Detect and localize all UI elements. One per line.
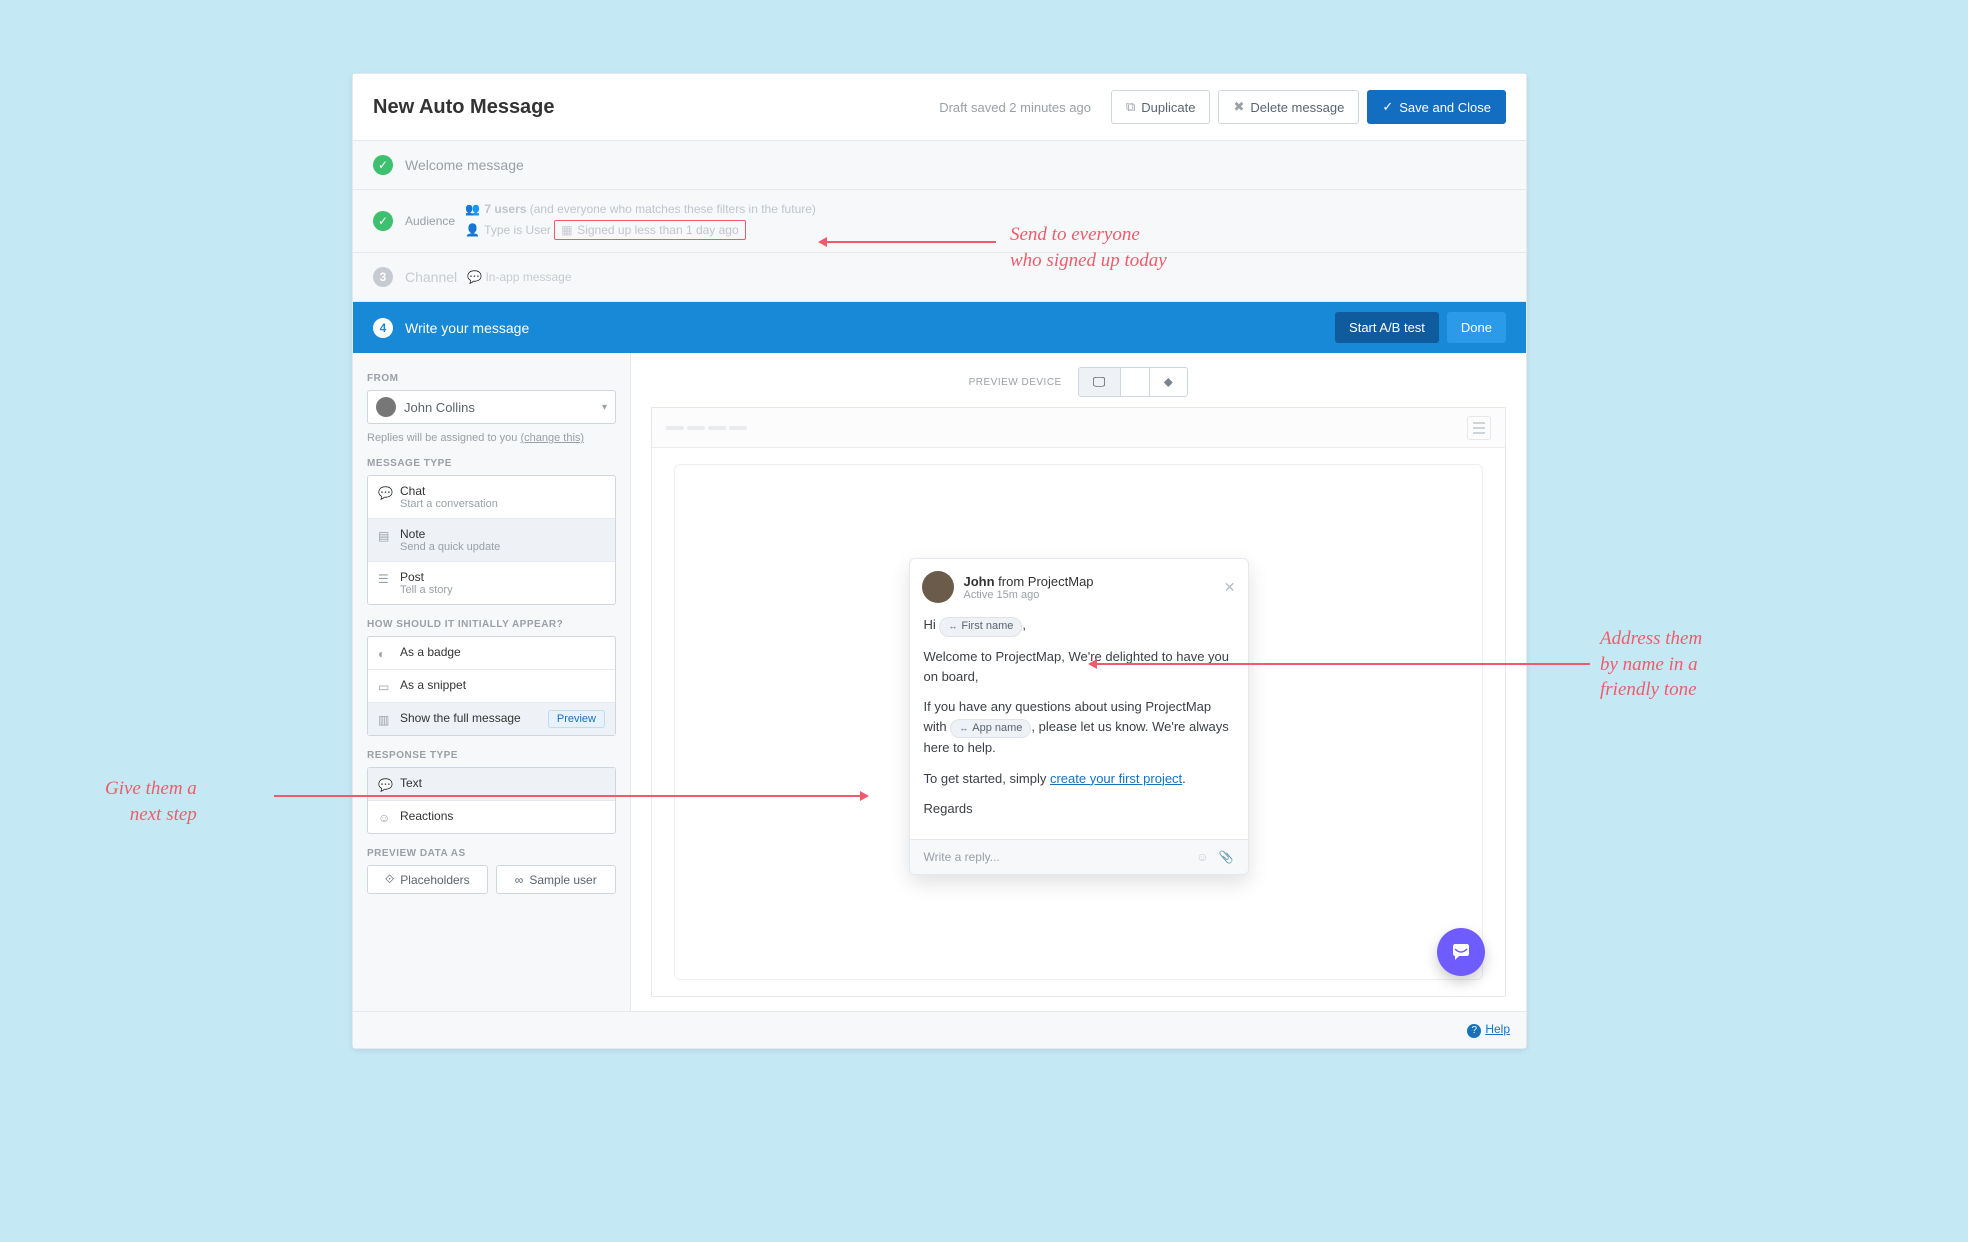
placeholder-icon: ⟐ [385, 872, 394, 887]
arrows-icon: ↔ [948, 620, 957, 634]
composer-sidebar: FROM John Collins ▾ Replies will be assi… [353, 353, 631, 1011]
first-name-token[interactable]: ↔First name [939, 617, 1022, 636]
step-welcome[interactable]: ✓ Welcome message [353, 141, 1526, 190]
step-audience[interactable]: ✓ Audience 👥 7 users (and everyone who m… [353, 190, 1526, 253]
attachment-icon[interactable]: 📎 [1219, 850, 1234, 864]
device-ios[interactable] [1121, 368, 1150, 396]
speech-icon: 💬 [467, 270, 482, 284]
annotation-address-name: Address them by name in a friendly tone [1600, 626, 1702, 703]
annotation-send-everyone: Send to everyone who signed up today [1010, 222, 1167, 273]
avatar [376, 397, 396, 417]
post-icon: ☰ [378, 572, 392, 586]
annotation-arrow [274, 795, 860, 797]
save-close-button[interactable]: ✓Save and Close [1367, 90, 1506, 124]
preview-device-bar: PREVIEW DEVICE 🖵 ⬥ [651, 367, 1506, 397]
annotation-arrow [1096, 663, 1590, 665]
chat-icon: 💬 [378, 486, 392, 500]
message-type-note[interactable]: ▤ NoteSend a quick update [368, 519, 615, 562]
user-icon: 👤 [465, 223, 477, 237]
step-number-icon: 4 [373, 318, 393, 338]
signed-up-filter-highlight: ▦ Signed up less than 1 day ago [554, 220, 745, 240]
audience-count-line: 👥 7 users (and everyone who matches thes… [465, 202, 816, 216]
check-icon: ✓ [373, 155, 393, 175]
reaction-icon: ☺ [378, 811, 392, 825]
chat-sender-line: John from ProjectMap [964, 574, 1094, 589]
app-window: New Auto Message Draft saved 2 minutes a… [352, 73, 1527, 1049]
close-icon[interactable]: ✕ [1224, 579, 1236, 596]
appear-badge[interactable]: ◐ As a badge [368, 637, 615, 670]
copy-icon: ⧉ [1126, 99, 1135, 115]
preview-data-segment: ⟐Placeholders ∞Sample user [367, 865, 616, 894]
snippet-icon: ▭ [378, 680, 392, 694]
check-icon: ✓ [1382, 99, 1393, 115]
messenger-fab[interactable] [1437, 928, 1485, 976]
duplicate-button[interactable]: ⧉Duplicate [1111, 90, 1211, 124]
chat-active-text: Active 15m ago [964, 589, 1094, 601]
composer-area: FROM John Collins ▾ Replies will be assi… [353, 353, 1526, 1011]
annotation-arrow [826, 241, 996, 243]
appearance-group: ◐ As a badge ▭ As a snippet ▥ Show the f… [367, 636, 616, 736]
header-bar: New Auto Message Draft saved 2 minutes a… [353, 74, 1526, 141]
calendar-icon: ▦ [561, 223, 573, 237]
arrow-head-icon [860, 791, 869, 801]
device-desktop[interactable]: 🖵 [1079, 368, 1121, 396]
audience-filter-line: 👤 Type is User ▦ Signed up less than 1 d… [465, 220, 816, 240]
preview-column: PREVIEW DEVICE 🖵 ⬥ John f [631, 353, 1526, 1011]
appear-snippet[interactable]: ▭ As a snippet [368, 670, 615, 703]
delete-icon: ✖ [1233, 99, 1244, 115]
draft-status: Draft saved 2 minutes ago [939, 100, 1091, 115]
preview-canvas: John from ProjectMap Active 15m ago ✕ Hi… [651, 407, 1506, 997]
full-message-icon: ▥ [378, 713, 392, 727]
delete-button[interactable]: ✖Delete message [1218, 90, 1359, 124]
annotation-next-step: Give them a next step [105, 776, 197, 827]
page-title: New Auto Message [373, 96, 555, 119]
message-type-post[interactable]: ☰ PostTell a story [368, 562, 615, 604]
chat-reply-input[interactable]: Write a reply... ☺ 📎 [910, 839, 1248, 874]
create-project-link[interactable]: create your first project [1050, 771, 1182, 786]
step-write-header: 4 Write your message Start A/B test Done [353, 302, 1526, 353]
chat-body[interactable]: Hi ↔First name, Welcome to ProjectMap, W… [910, 615, 1248, 839]
response-reactions[interactable]: ☺ Reactions [368, 801, 615, 833]
message-type-group: 💬 ChatStart a conversation ▤ NoteSend a … [367, 475, 616, 605]
preview-data-placeholders[interactable]: ⟐Placeholders [367, 865, 488, 894]
step-number-icon: 3 [373, 267, 393, 287]
replies-assigned-text: Replies will be assigned to you (change … [367, 432, 616, 444]
done-button[interactable]: Done [1447, 312, 1506, 343]
avatar [922, 571, 954, 603]
arrow-head-icon [1088, 659, 1097, 669]
text-icon: 💬 [378, 778, 392, 792]
device-segment: 🖵 ⬥ [1078, 367, 1189, 397]
note-icon: ▤ [378, 529, 392, 543]
help-link[interactable]: Help [1485, 1022, 1510, 1036]
arrows-icon: ↔ [959, 722, 968, 736]
preview-canvas-header [652, 408, 1505, 448]
preview-data-sample[interactable]: ∞Sample user [496, 865, 617, 894]
users-icon: 👥 [465, 202, 477, 216]
emoji-icon[interactable]: ☺ [1196, 850, 1208, 864]
from-select[interactable]: John Collins ▾ [367, 390, 616, 424]
appear-full[interactable]: ▥ Show the full message Preview [368, 703, 615, 735]
app-name-token[interactable]: ↔App name [950, 719, 1031, 738]
response-type-group: 💬 Text ☺ Reactions [367, 767, 616, 834]
preview-chip[interactable]: Preview [548, 710, 605, 728]
help-footer: ? Help [353, 1011, 1526, 1048]
arrow-head-icon [818, 237, 827, 247]
change-assignee-link[interactable]: (change this) [520, 432, 584, 444]
check-icon: ✓ [373, 211, 393, 231]
infinity-icon: ∞ [515, 873, 524, 887]
badge-icon: ◐ [378, 647, 392, 661]
menu-icon [1467, 416, 1491, 440]
help-icon: ? [1467, 1024, 1481, 1038]
chevron-down-icon: ▾ [602, 402, 607, 413]
chat-preview-card: John from ProjectMap Active 15m ago ✕ Hi… [909, 558, 1249, 875]
message-type-chat[interactable]: 💬 ChatStart a conversation [368, 476, 615, 519]
start-ab-test-button[interactable]: Start A/B test [1335, 312, 1439, 343]
device-android[interactable]: ⬥ [1150, 368, 1188, 396]
step-channel[interactable]: 3 Channel 💬 In-app message [353, 253, 1526, 302]
